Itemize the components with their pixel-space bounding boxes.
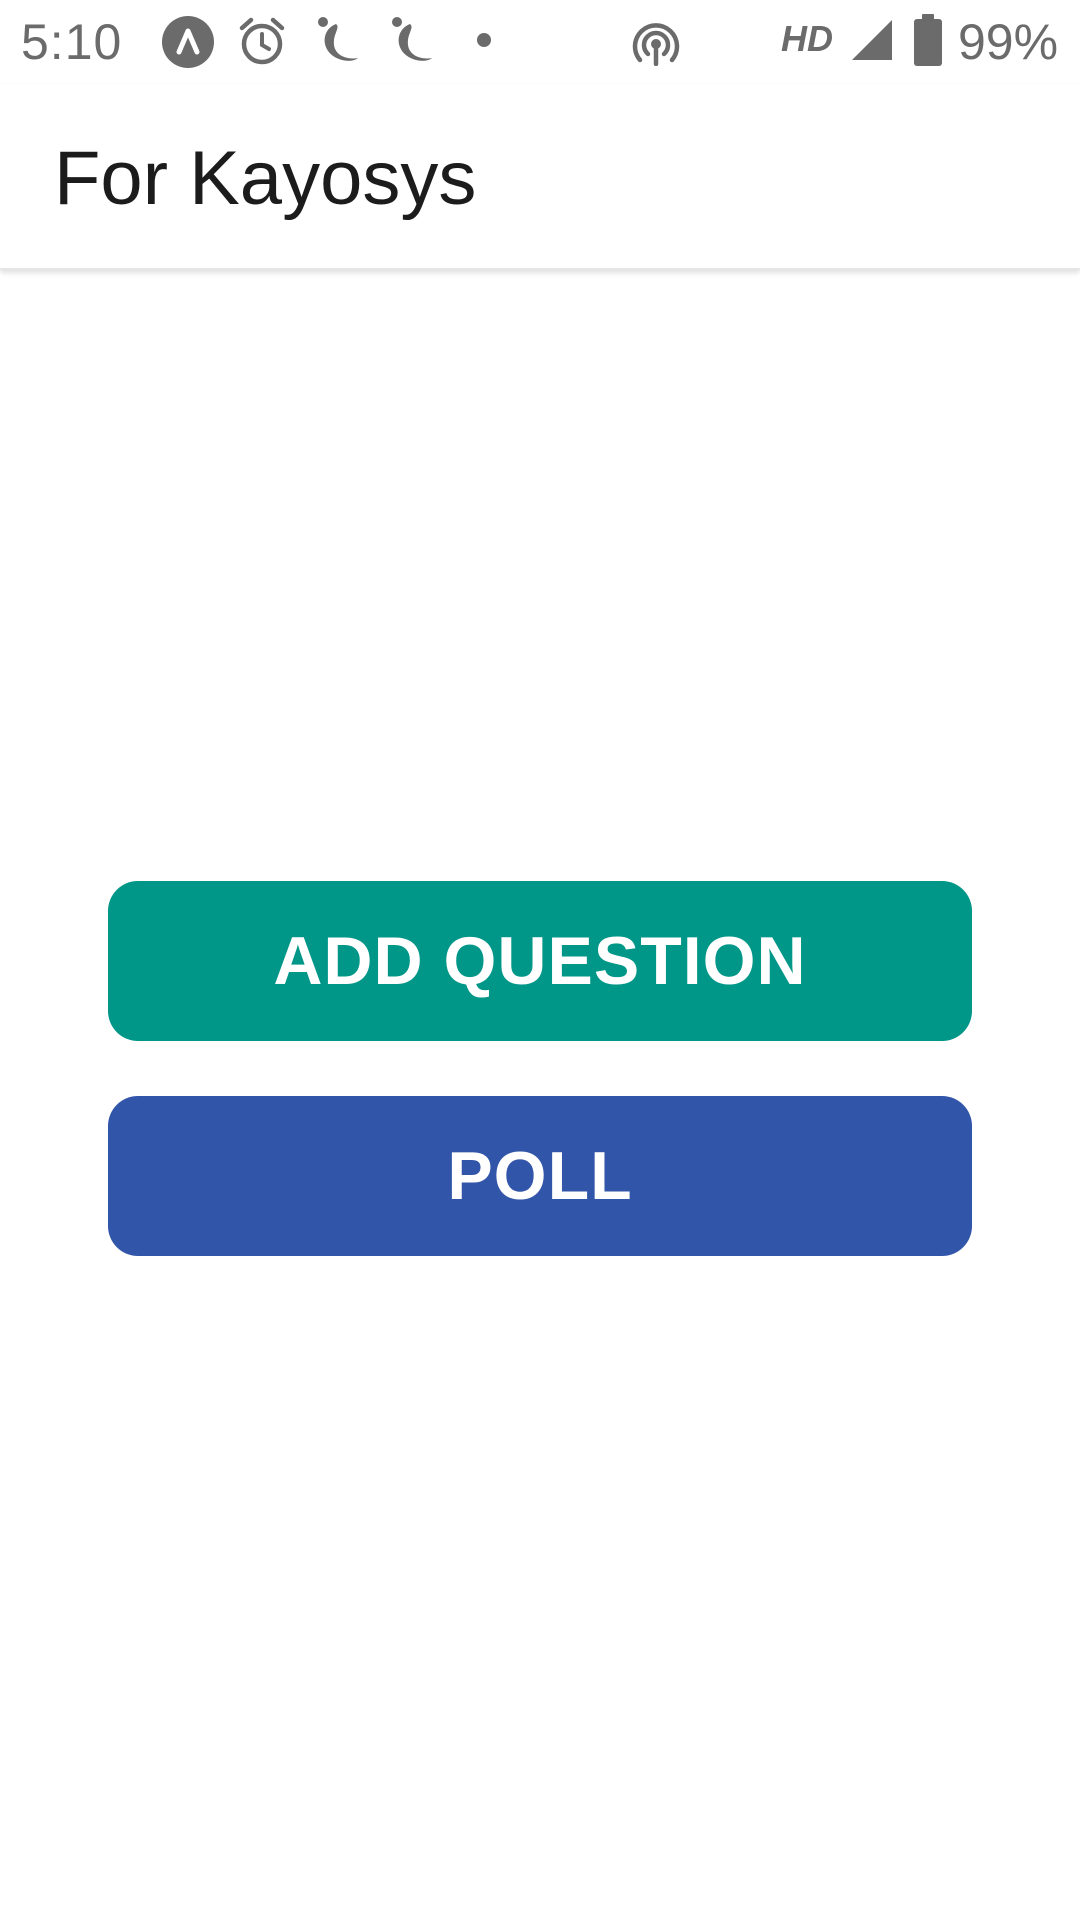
poll-button[interactable]: POLL xyxy=(108,1096,972,1256)
app-logo-icon xyxy=(392,17,432,61)
status-time: 5:10 xyxy=(21,14,123,70)
add-question-button[interactable]: ADD QUESTION xyxy=(108,881,972,1041)
battery-percentage: 99% xyxy=(958,14,1059,70)
page-title: For Kayosys xyxy=(54,136,477,221)
network-type-label: HD xyxy=(781,18,833,59)
status-bar: 5:10 HD 99% xyxy=(0,0,1080,84)
cell-signal-icon xyxy=(852,20,892,60)
app-notification-icon xyxy=(162,16,214,68)
notification-dot-icon xyxy=(477,33,491,47)
hotspot-icon xyxy=(632,23,680,66)
alarm-icon xyxy=(239,17,285,65)
app-bar: For Kayosys xyxy=(0,84,1080,270)
app-logo-icon xyxy=(318,17,358,61)
battery-icon xyxy=(914,14,942,66)
screen: 5:10 HD 99% For Kayosys ADD QUESTION POL… xyxy=(0,0,1080,1920)
